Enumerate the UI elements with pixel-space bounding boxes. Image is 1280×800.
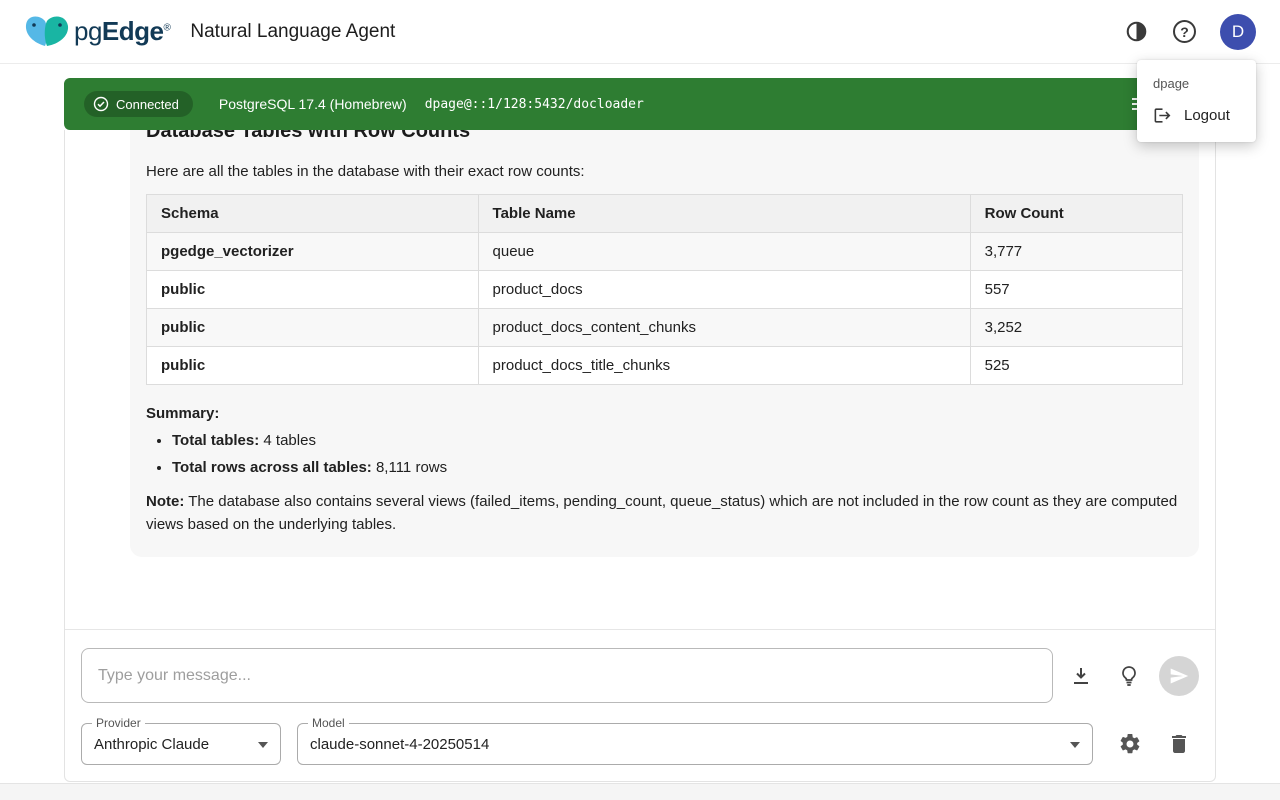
logo-registered-mark: ® [164, 22, 171, 33]
composer: Provider Anthropic Claude Model claude-s… [65, 630, 1215, 781]
list-item: Total tables: 4 tables [172, 432, 1183, 449]
lightbulb-icon [1117, 664, 1141, 688]
chat-panel: Database Tables with Row Counts Here are… [64, 130, 1216, 782]
bullet-label: Total tables: [172, 432, 259, 449]
table-row: public product_docs_title_chunks 525 [147, 347, 1183, 385]
pgedge-logo-icon [24, 13, 70, 51]
column-header-row-count: Row Count [970, 195, 1182, 233]
list-item: Total rows across all tables: 8,111 rows [172, 459, 1183, 476]
logout-menu-item[interactable]: Logout [1137, 97, 1256, 134]
cell-row-count: 3,252 [970, 309, 1182, 347]
send-button[interactable] [1159, 656, 1199, 696]
header-actions: ? D [1124, 14, 1256, 50]
chat-scroll-area[interactable]: Database Tables with Row Counts Here are… [65, 130, 1215, 630]
cell-row-count: 525 [970, 347, 1182, 385]
model-select[interactable]: Model claude-sonnet-4-20250514 [297, 723, 1093, 765]
chevron-down-icon [258, 742, 268, 748]
composer-input-row [81, 648, 1199, 703]
bullet-label: Total rows across all tables: [172, 459, 372, 476]
row-counts-table: Schema Table Name Row Count pgedge_vecto… [146, 194, 1183, 385]
cell-schema: public [147, 309, 479, 347]
message-input[interactable] [81, 648, 1053, 703]
provider-select[interactable]: Provider Anthropic Claude [81, 723, 281, 765]
message-heading: Database Tables with Row Counts [146, 130, 1183, 143]
clear-chat-button[interactable] [1159, 724, 1199, 764]
provider-select-value: Anthropic Claude [94, 736, 209, 753]
app-header: pgEdge® Natural Language Agent ? D dpage [0, 0, 1280, 64]
column-header-table-name: Table Name [478, 195, 970, 233]
page-title: Natural Language Agent [190, 21, 395, 43]
bullet-value: 8,111 rows [376, 459, 447, 476]
summary-label: Summary: [146, 405, 1183, 422]
message-note: Note: The database also contains several… [146, 490, 1183, 537]
brightness-icon [1124, 19, 1149, 44]
page-bottom-strip [0, 783, 1280, 800]
model-select-label: Model [308, 716, 349, 730]
logo-text-pg: pg [74, 16, 102, 46]
cell-row-count: 3,777 [970, 233, 1182, 271]
theme-toggle-button[interactable] [1124, 19, 1149, 44]
bullet-value: 4 tables [263, 432, 316, 449]
table-row: public product_docs 557 [147, 271, 1183, 309]
logout-icon [1153, 106, 1172, 125]
help-button[interactable]: ? [1173, 20, 1196, 43]
cell-schema: public [147, 347, 479, 385]
help-icon: ? [1173, 20, 1196, 43]
note-label: Note: [146, 493, 184, 510]
trash-icon [1167, 732, 1191, 756]
cell-table-name: product_docs_title_chunks [478, 347, 970, 385]
note-text: The database also contains several views… [146, 493, 1177, 533]
check-circle-icon [93, 96, 109, 112]
composer-settings-row: Provider Anthropic Claude Model claude-s… [81, 723, 1199, 765]
connection-status-label: Connected [116, 97, 179, 112]
chevron-down-icon [1070, 742, 1080, 748]
avatar-button[interactable]: D [1220, 14, 1256, 50]
download-button[interactable] [1061, 656, 1101, 696]
settings-button[interactable] [1110, 724, 1150, 764]
message-intro: Here are all the tables in the database … [146, 163, 1183, 180]
cell-schema: public [147, 271, 479, 309]
table-row: pgedge_vectorizer queue 3,777 [147, 233, 1183, 271]
model-select-value: claude-sonnet-4-20250514 [310, 736, 489, 753]
cell-table-name: product_docs [478, 271, 970, 309]
table-row: public product_docs_content_chunks 3,252 [147, 309, 1183, 347]
logout-label: Logout [1184, 107, 1230, 124]
connection-status-badge: Connected [84, 91, 193, 117]
gear-icon [1118, 732, 1142, 756]
assistant-message: Database Tables with Row Counts Here are… [130, 130, 1199, 557]
column-header-schema: Schema [147, 195, 479, 233]
cell-table-name: product_docs_content_chunks [478, 309, 970, 347]
user-menu: dpage Logout [1137, 60, 1256, 142]
cell-row-count: 557 [970, 271, 1182, 309]
send-icon [1169, 666, 1189, 686]
server-version: PostgreSQL 17.4 (Homebrew) [219, 96, 407, 112]
logo-wordmark: pgEdge® [74, 16, 170, 47]
connection-bar: Connected PostgreSQL 17.4 (Homebrew) dpa… [64, 78, 1216, 130]
pgedge-logo[interactable]: pgEdge® [24, 13, 170, 51]
prompt-ideas-button[interactable] [1109, 656, 1149, 696]
summary-list: Total tables: 4 tables Total rows across… [172, 432, 1183, 476]
logo-text-edge: Edge [102, 16, 164, 46]
cell-schema: pgedge_vectorizer [147, 233, 479, 271]
cell-table-name: queue [478, 233, 970, 271]
user-menu-username: dpage [1137, 68, 1256, 97]
provider-select-label: Provider [92, 716, 145, 730]
table-header-row: Schema Table Name Row Count [147, 195, 1183, 233]
connection-string: dpage@::1/128:5432/docloader [425, 97, 644, 112]
download-icon [1069, 664, 1093, 688]
